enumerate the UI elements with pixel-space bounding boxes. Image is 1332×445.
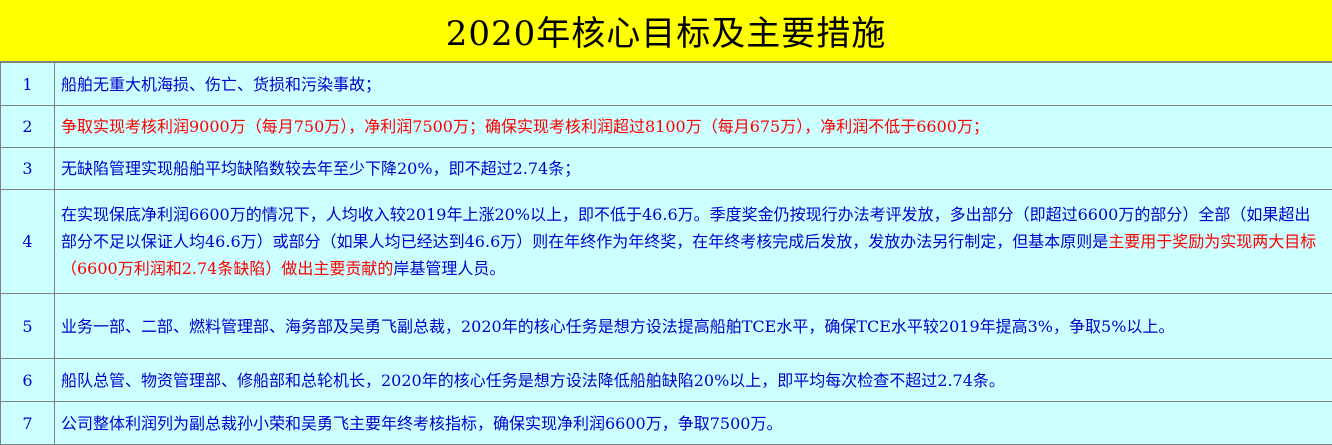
row-number-cell[interactable]: 4	[1, 190, 55, 294]
row-number-cell[interactable]: 7	[1, 402, 55, 445]
target-text-cell[interactable]: 船舶无重大机海损、伤亡、货损和污染事故；	[55, 63, 1332, 106]
table-row: 4 在实现保底净利润6600万的情况下，人均收入较2019年上涨20%以上，即不…	[1, 190, 1332, 294]
target-text-cell[interactable]: 船队总管、物资管理部、修船部和总轮机长，2020年的核心任务是想方设法降低船舶缺…	[55, 359, 1332, 402]
targets-table: 1 船舶无重大机海损、伤亡、货损和污染事故； 2 争取实现考核利润9000万（每…	[0, 62, 1332, 445]
table-row: 5 业务一部、二部、燃料管理部、海务部及吴勇飞副总裁，2020年的核心任务是想方…	[1, 294, 1332, 359]
table-row: 6 船队总管、物资管理部、修船部和总轮机长，2020年的核心任务是想方设法降低船…	[1, 359, 1332, 402]
target-text-cell[interactable]: 争取实现考核利润9000万（每月750万），净利润7500万；确保实现考核利润超…	[55, 106, 1332, 148]
spreadsheet: 2020年核心目标及主要措施 1 船舶无重大机海损、伤亡、货损和污染事故； 2 …	[0, 0, 1332, 443]
target-text-cell[interactable]: 无缺陷管理实现船舶平均缺陷数较去年至少下降20%，即不超过2.74条；	[55, 148, 1332, 190]
bonus-text-end: 岸基管理人员。	[393, 259, 505, 278]
target-text-cell[interactable]: 在实现保底净利润6600万的情况下，人均收入较2019年上涨20%以上，即不低于…	[55, 190, 1332, 294]
row-number-cell[interactable]: 3	[1, 148, 55, 190]
table-row: 3 无缺陷管理实现船舶平均缺陷数较去年至少下降20%，即不超过2.74条；	[1, 148, 1332, 190]
table-row: 1 船舶无重大机海损、伤亡、货损和污染事故；	[1, 63, 1332, 106]
row-number-cell[interactable]: 6	[1, 359, 55, 402]
target-text-cell[interactable]: 公司整体利润列为副总裁孙小荣和吴勇飞主要年终考核指标，确保实现净利润6600万，…	[55, 402, 1332, 445]
row-number-cell[interactable]: 1	[1, 63, 55, 106]
table-row: 7 公司整体利润列为副总裁孙小荣和吴勇飞主要年终考核指标，确保实现净利润6600…	[1, 402, 1332, 445]
target-text-cell[interactable]: 业务一部、二部、燃料管理部、海务部及吴勇飞副总裁，2020年的核心任务是想方设法…	[55, 294, 1332, 359]
row-number-cell[interactable]: 5	[1, 294, 55, 359]
title-cell[interactable]: 2020年核心目标及主要措施	[0, 0, 1332, 62]
table-row: 2 争取实现考核利润9000万（每月750万），净利润7500万；确保实现考核利…	[1, 106, 1332, 148]
page-title: 2020年核心目标及主要措施	[446, 6, 887, 55]
row-number-cell[interactable]: 2	[1, 106, 55, 148]
